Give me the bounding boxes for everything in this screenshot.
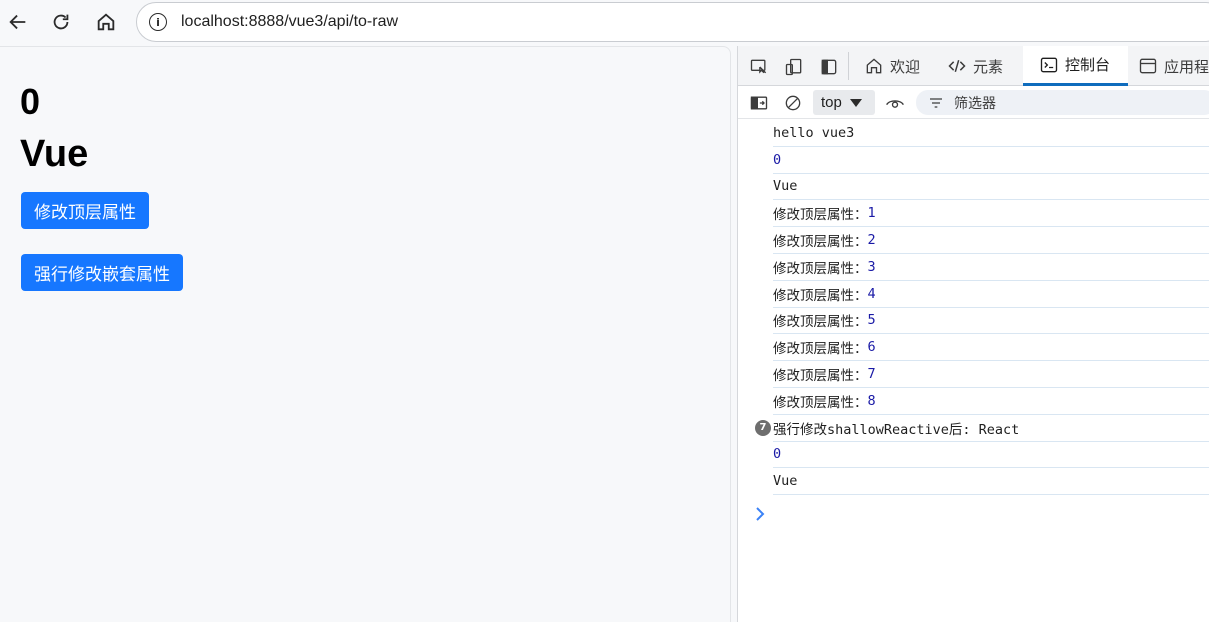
filter-input[interactable]: 筛选器 [916,90,1209,115]
console-text: 修改顶层属性： [773,314,868,331]
inspect-element-icon[interactable] [748,56,770,78]
console-row: 修改顶层属性： 6 [773,334,1209,362]
console-text: hello vue3 [773,124,855,141]
console-row: Vue [773,468,1209,496]
context-selector[interactable]: top [813,90,875,115]
console-text: 修改顶层属性： [773,341,868,358]
devtools-panel: 欢迎 元素 控制台 应用程 top 筛选器 hello vue3 0 Vue 修… [737,46,1209,622]
console-number: 0 [773,446,782,463]
console-number: 5 [867,312,876,329]
console-row: Vue [773,174,1209,201]
count-heading: 0 [20,81,41,122]
console-number: 7 [867,366,876,383]
console-output: hello vue3 0 Vue 修改顶层属性： 1 修改顶层属性： 2 修改顶层属… [738,120,1209,496]
console-text: Vue [773,473,798,490]
tab-elements[interactable]: 元素 [947,46,1003,86]
filter-icon [928,95,944,111]
clear-console-icon[interactable] [782,92,804,114]
back-arrow-icon[interactable] [4,8,32,36]
console-row: 修改顶层属性： 8 [773,388,1209,415]
browser-toolbar: i localhost:8888/vue3/api/to-raw [0,0,1209,44]
console-row: 修改顶层属性： 3 [773,254,1209,281]
dock-side-icon[interactable] [818,56,840,78]
toolbar-divider [848,52,849,80]
tab-elements-label: 元素 [973,57,1004,76]
console-prompt-chevron-icon[interactable] [754,505,766,528]
devtools-tab-bar: 欢迎 元素 控制台 应用程 [738,46,1209,86]
tab-console[interactable]: 控制台 [1023,46,1128,86]
modify-top-level-button[interactable]: 修改顶层属性 [21,192,149,229]
page-content: 0 Vue 修改顶层属性 强行修改嵌套属性 [0,46,731,622]
console-row: hello vue3 [773,120,1209,147]
console-row: 0 [773,147,1209,174]
console-number: 3 [867,258,876,275]
application-icon [1138,56,1158,76]
url-text[interactable]: localhost:8888/vue3/api/to-raw [181,13,398,31]
console-text: 修改顶层属性： [773,234,868,251]
console-row: 修改顶层属性： 5 [773,308,1209,335]
console-row: 修改顶层属性： 1 [773,200,1209,228]
console-row: 修改顶层属性： 4 [773,281,1209,308]
filter-placeholder: 筛选器 [954,95,996,112]
console-row: 修改顶层属性： 2 [773,227,1209,254]
console-text: 修改顶层属性： [773,368,868,385]
console-number: 2 [867,232,876,249]
console-text: 修改顶层属性： [773,207,868,224]
name-heading: Vue [20,133,89,175]
console-toolbar: top 筛选器 [738,87,1209,119]
console-row: 0 [773,442,1209,469]
console-number: 1 [867,205,876,222]
live-expression-eye-icon[interactable] [884,92,906,114]
console-number: 6 [867,339,876,356]
device-emulation-icon[interactable] [783,56,805,78]
home-icon[interactable] [92,8,120,36]
sidebar-toggle-icon[interactable] [748,92,770,114]
reload-icon[interactable] [47,8,75,36]
repeat-count-badge: 7 [755,419,771,436]
tab-welcome[interactable]: 欢迎 [864,46,920,86]
tab-welcome-label: 欢迎 [890,57,921,76]
console-text: 强行修改shallowReactive后: React [773,421,1020,438]
chevron-down-icon [849,98,862,107]
force-modify-nested-button[interactable]: 强行修改嵌套属性 [21,254,183,291]
console-text: Vue [773,178,798,195]
code-icon [947,56,967,76]
context-value: top [821,94,842,111]
console-row-grouped[interactable]: 7 强行修改shallowReactive后: React [755,415,1209,442]
console-number: 8 [867,392,876,409]
console-row: 修改顶层属性： 7 [773,361,1209,388]
console-text: 修改顶层属性： [773,287,868,304]
tab-application-label: 应用程 [1164,57,1209,76]
tab-application[interactable]: 应用程 [1138,46,1209,86]
console-icon [1039,55,1059,75]
console-text: 修改顶层属性： [773,260,868,277]
console-number: 0 [773,151,782,168]
console-text: 修改顶层属性： [773,394,868,411]
tab-console-label: 控制台 [1065,56,1111,74]
home-icon [864,56,884,76]
address-bar[interactable]: i localhost:8888/vue3/api/to-raw [136,2,1209,42]
site-info-icon[interactable]: i [149,13,167,31]
console-number: 4 [867,285,876,302]
